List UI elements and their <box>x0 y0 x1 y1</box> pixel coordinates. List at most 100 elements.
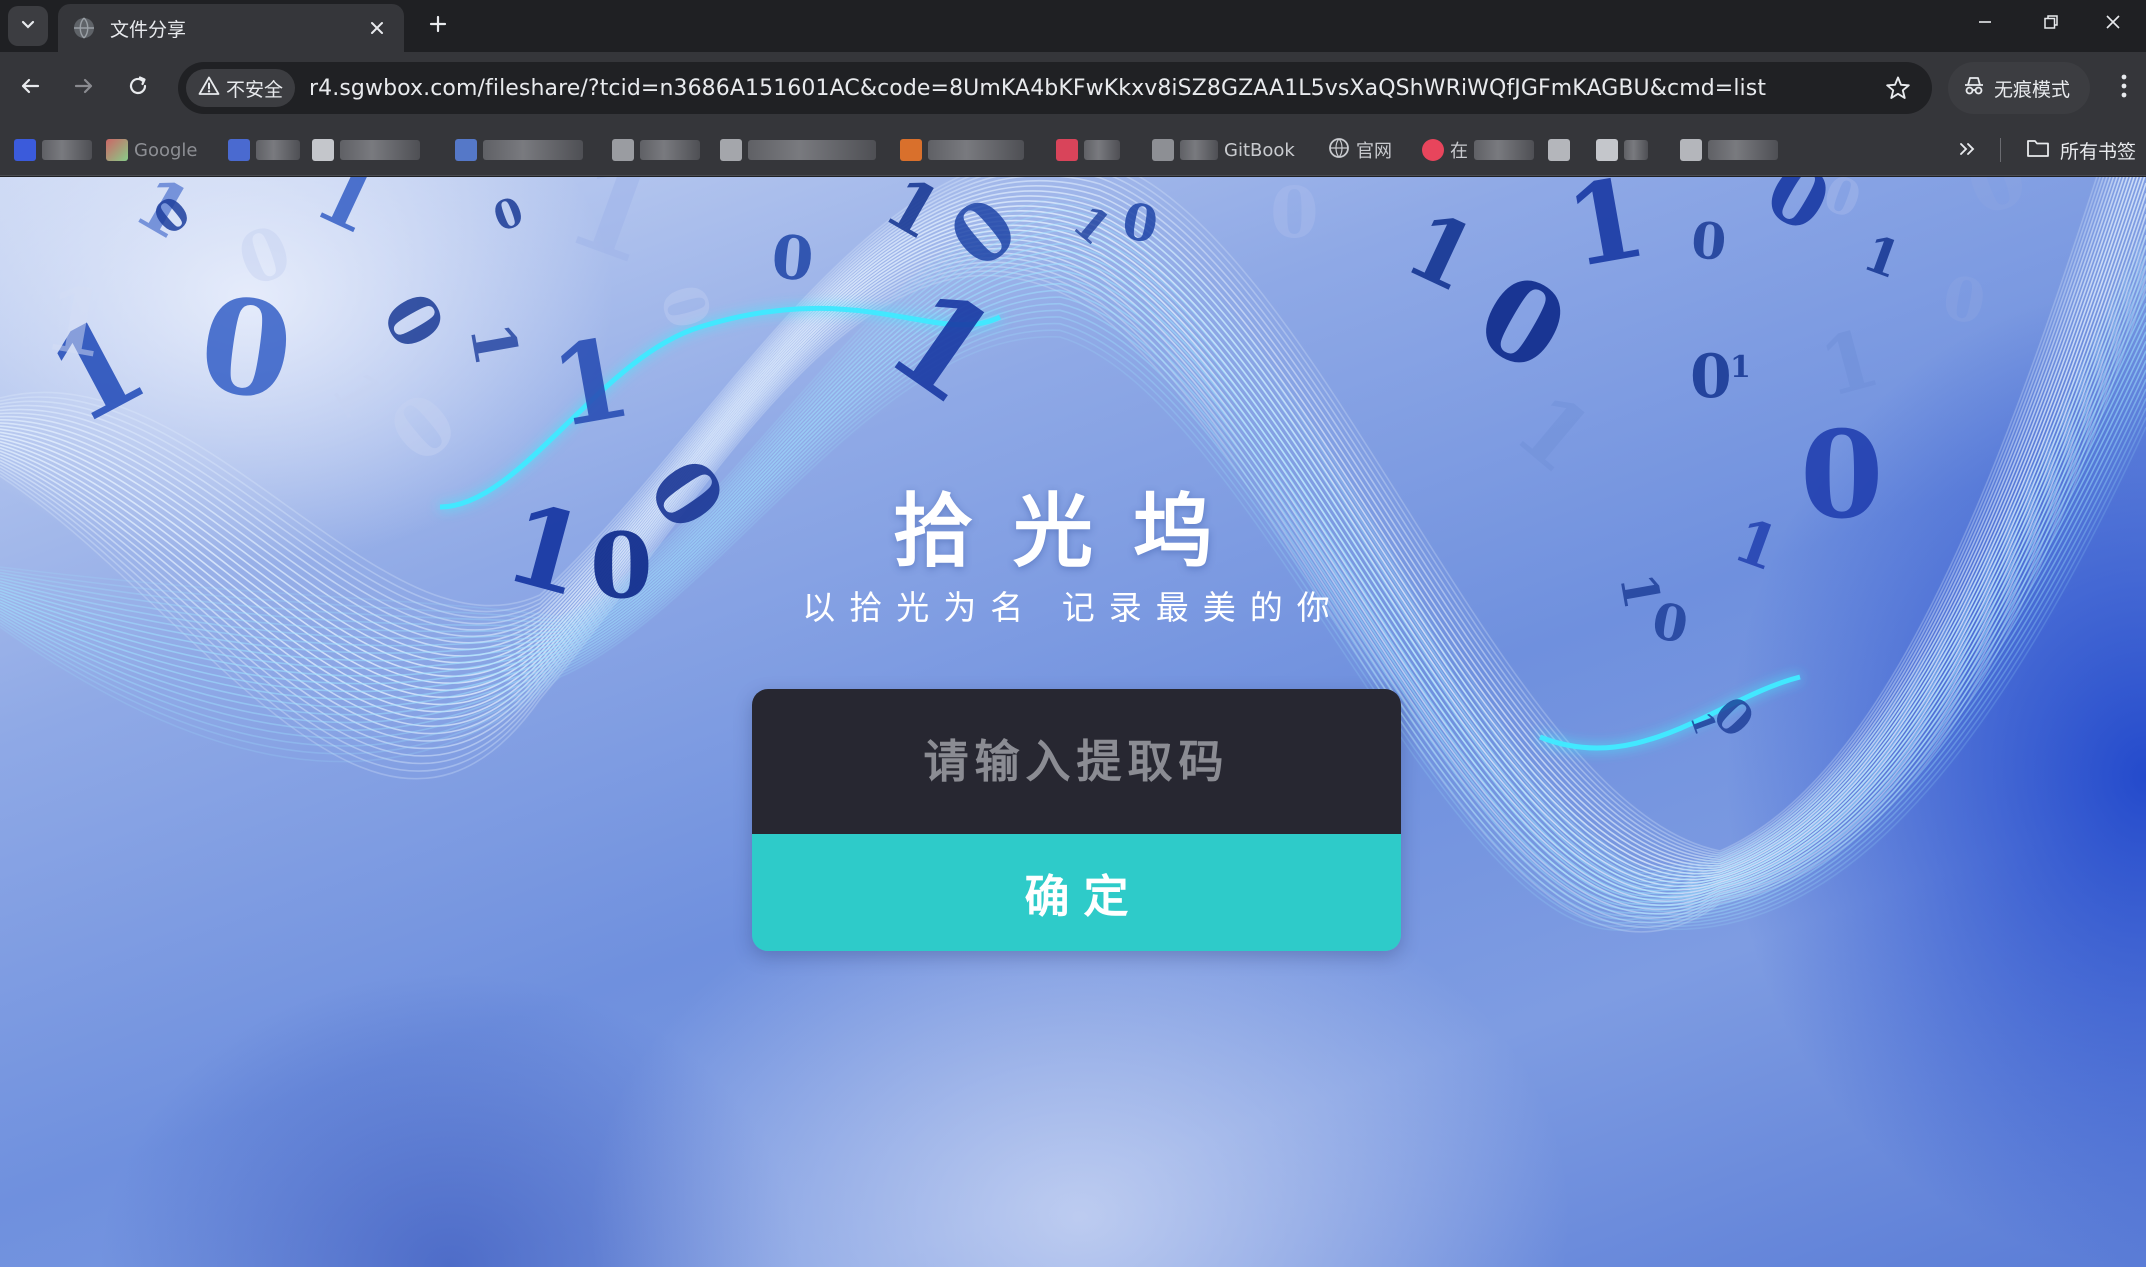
bookmark-label <box>256 140 300 160</box>
bookmark-label: 在 <box>1450 141 1468 162</box>
arrow-left-icon <box>18 74 42 102</box>
back-button[interactable] <box>8 66 52 110</box>
binary-digit: 1 <box>1391 191 1493 314</box>
bookmark-icon <box>900 139 922 161</box>
binary-digit: 0 <box>1954 177 2038 235</box>
bookmark-label-blur <box>1708 140 1778 160</box>
bookmark-icon <box>1422 139 1444 161</box>
binary-digit: 0 <box>646 278 724 336</box>
binary-digit: 0 <box>1270 177 1319 254</box>
incognito-icon <box>1962 74 1986 103</box>
bookmark-item[interactable] <box>455 134 583 166</box>
tab-title: 文件分享 <box>110 18 187 41</box>
bookmark-label-blur <box>1180 140 1218 160</box>
binary-digit: 1 <box>302 177 392 253</box>
binary-digit: 1 <box>1811 310 1889 415</box>
minimize-icon <box>1976 13 1994 35</box>
active-tab[interactable]: 文件分享 <box>58 4 404 52</box>
bookmarks-separator <box>2000 138 2001 162</box>
bookmark-item[interactable] <box>312 134 420 166</box>
bookmark-item[interactable] <box>900 134 1024 166</box>
bookmark-item[interactable] <box>612 134 700 166</box>
bookmark-item[interactable] <box>720 134 876 166</box>
all-bookmarks-label: 所有书签 <box>2060 140 2137 163</box>
browser-toolbar: 不安全 r4.sgwbox.com/fileshare/?tcid=n3686A… <box>0 52 2146 124</box>
globe-icon <box>1328 137 1350 164</box>
bookmark-item[interactable] <box>1680 134 1778 166</box>
bookmark-icon <box>1056 139 1078 161</box>
arrow-right-icon <box>72 74 96 102</box>
bookmark-item[interactable] <box>1548 134 1570 166</box>
close-window-button[interactable] <box>2080 0 2146 48</box>
bookmark-item[interactable] <box>1596 134 1648 166</box>
close-icon <box>2104 13 2122 35</box>
extract-code-form: 确定 <box>752 689 1401 951</box>
bookmark-label <box>483 140 583 160</box>
double-chevron-right-icon <box>1958 140 1976 162</box>
globe-icon <box>72 16 96 40</box>
forward-button[interactable] <box>62 66 106 110</box>
bookmarks-overflow-button[interactable] <box>1952 136 1982 166</box>
bookmark-icon <box>228 139 250 161</box>
bookmark-label: Google <box>134 139 198 161</box>
star-icon[interactable] <box>1882 72 1914 104</box>
minimize-button[interactable] <box>1952 0 2018 48</box>
bookmark-icon <box>612 139 634 161</box>
bookmark-icon <box>720 139 742 161</box>
bookmark-label <box>640 140 700 160</box>
page-subtitle: 以拾光为名 记录最美的你 <box>802 588 1344 627</box>
bookmark-icon <box>1548 139 1570 161</box>
bookmark-item[interactable] <box>228 134 300 166</box>
all-bookmarks-button[interactable]: 所有书签 <box>2026 134 2136 166</box>
google-icon <box>106 139 128 161</box>
plus-icon <box>428 14 448 38</box>
bookmark-icon <box>455 139 477 161</box>
binary-digit: 1 <box>1856 223 1909 290</box>
binary-digit: 1 <box>550 177 677 293</box>
security-label: 不安全 <box>226 78 284 101</box>
url-text[interactable]: r4.sgwbox.com/fileshare/?tcid=n3686A1516… <box>309 76 1766 101</box>
confirm-button[interactable]: 确定 <box>752 834 1401 951</box>
restore-button[interactable] <box>2018 0 2084 48</box>
bookmark-item[interactable] <box>1056 134 1120 166</box>
bookmark-label <box>928 140 1024 160</box>
binary-digit: 0 <box>1937 263 1990 339</box>
binary-digit: 0 <box>1690 342 1732 412</box>
bookmark-label: 官网 <box>1356 141 1392 162</box>
bookmark-icon <box>312 139 334 161</box>
bookmark-label <box>340 140 420 160</box>
baidu-icon <box>14 139 36 161</box>
page-title: 拾光坞 <box>893 485 1253 578</box>
binary-digit: 1 <box>1557 177 1655 293</box>
reload-button[interactable] <box>116 66 160 110</box>
incognito-label: 无痕模式 <box>1994 78 2071 101</box>
bookmark-item[interactable]: 在 <box>1422 134 1534 166</box>
browser-menu-button[interactable] <box>2106 70 2142 106</box>
bookmark-item[interactable]: Google <box>106 134 197 166</box>
security-chip[interactable]: 不安全 <box>186 69 296 107</box>
tab-strip: 文件分享 <box>0 0 2146 52</box>
bookmark-icon <box>1152 139 1174 161</box>
binary-digit: 0 <box>365 279 461 363</box>
kebab-menu-icon <box>2120 73 2128 103</box>
bookmark-label: GitBook <box>1224 139 1295 161</box>
bookmark-item[interactable]: 官网 <box>1328 134 1392 166</box>
bookmark-label <box>748 140 876 160</box>
bookmark-item[interactable] <box>14 134 92 166</box>
bookmark-label-blur <box>1474 140 1534 160</box>
tab-close-icon[interactable] <box>364 15 390 41</box>
folder-icon <box>2026 138 2050 163</box>
warning-icon <box>198 75 220 102</box>
address-bar[interactable]: 不安全 r4.sgwbox.com/fileshare/?tcid=n3686A… <box>178 62 1932 114</box>
binary-digit: 0 <box>769 222 817 295</box>
bookmark-item[interactable]: GitBook <box>1152 134 1295 166</box>
bookmark-label <box>1084 140 1120 160</box>
chevron-down-icon <box>19 15 37 37</box>
new-tab-button[interactable] <box>420 8 456 44</box>
restore-icon <box>2042 13 2060 35</box>
binary-digit: 0 <box>1689 210 1729 272</box>
bookmark-label <box>42 140 92 160</box>
incognito-chip[interactable]: 无痕模式 <box>1948 62 2090 114</box>
tab-search-button[interactable] <box>8 6 48 46</box>
extract-code-input[interactable] <box>752 689 1401 834</box>
